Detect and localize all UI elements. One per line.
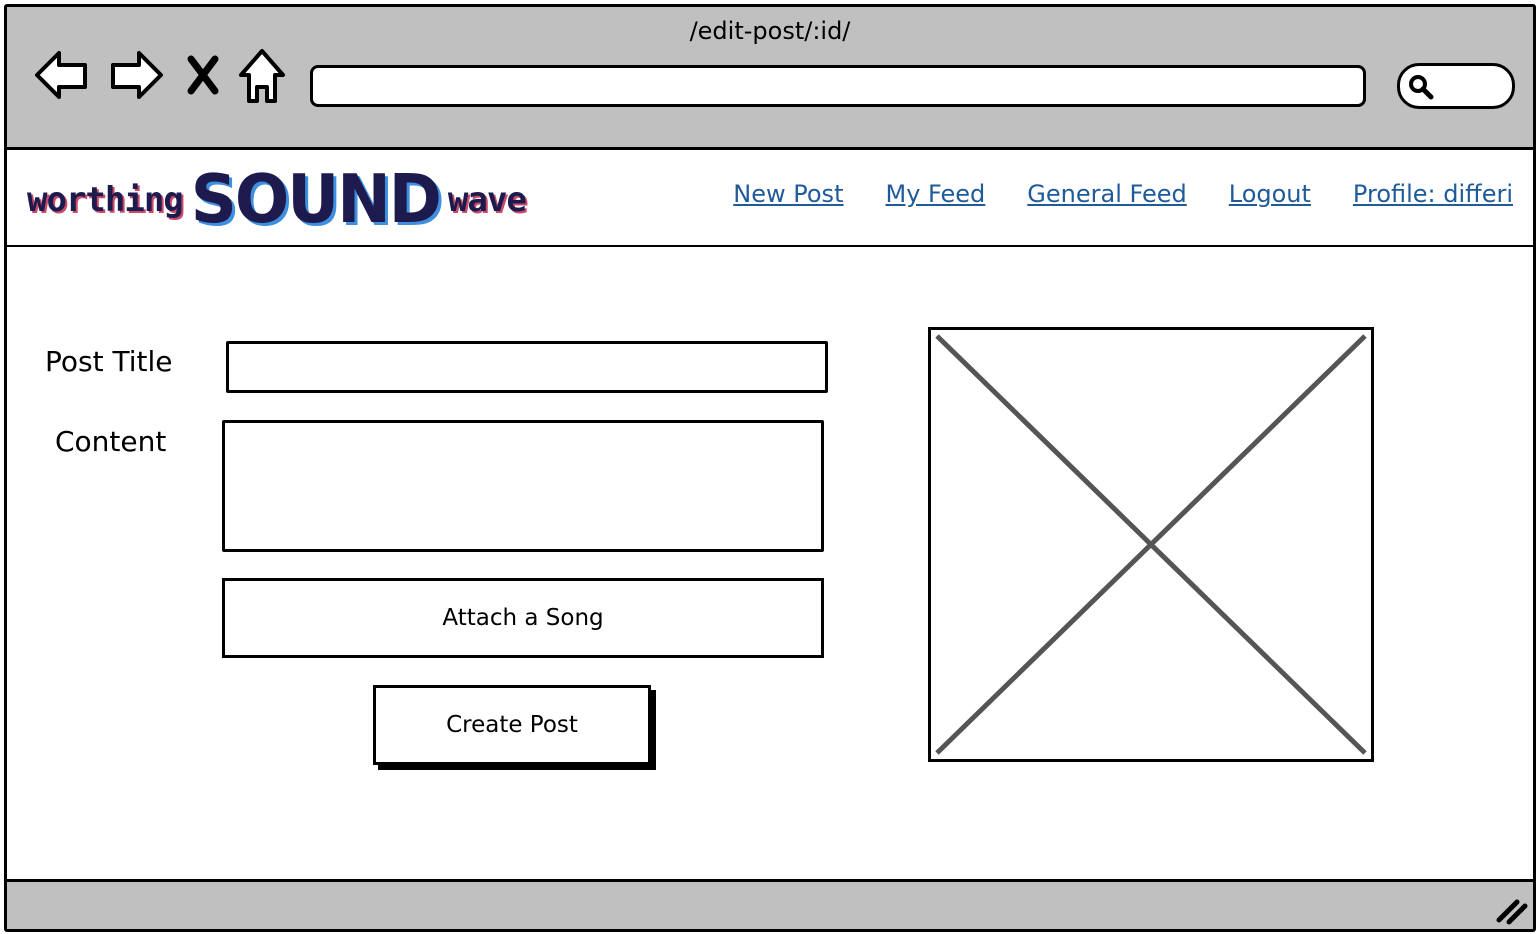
nav-link-general-feed[interactable]: General Feed xyxy=(1027,180,1186,208)
browser-window: /edit-post/:id/ worthing SOUND wave New … xyxy=(4,4,1536,932)
image-placeholder xyxy=(928,327,1374,762)
search-icon xyxy=(1409,75,1434,100)
post-title-label: Post Title xyxy=(45,345,173,378)
post-title-input[interactable] xyxy=(226,341,828,393)
nav-link-logout[interactable]: Logout xyxy=(1229,180,1311,208)
back-arrow-icon[interactable] xyxy=(33,47,91,107)
logo-text-sound: SOUND xyxy=(190,161,442,239)
address-bar[interactable] xyxy=(310,65,1366,107)
nav-link-profile[interactable]: Profile: differi xyxy=(1353,180,1513,208)
content-textarea[interactable] xyxy=(222,420,824,552)
close-x-icon[interactable] xyxy=(185,53,221,101)
content-label: Content xyxy=(55,425,167,458)
home-icon[interactable] xyxy=(237,47,287,109)
logo-text-wave: wave xyxy=(447,180,527,220)
logo-text-worthing: worthing xyxy=(27,180,184,220)
image-placeholder-cross-icon xyxy=(935,334,1367,755)
browser-status-bar xyxy=(7,879,1533,929)
site-header: worthing SOUND wave New Post My Feed Gen… xyxy=(7,150,1533,247)
main-nav: New Post My Feed General Feed Logout Pro… xyxy=(733,180,1513,208)
browser-chrome: /edit-post/:id/ xyxy=(7,7,1533,150)
attach-song-button[interactable]: Attach a Song xyxy=(222,578,824,658)
create-post-button[interactable]: Create Post xyxy=(373,685,651,765)
nav-link-my-feed[interactable]: My Feed xyxy=(885,180,985,208)
forward-arrow-icon[interactable] xyxy=(107,47,165,107)
browser-search-box[interactable] xyxy=(1397,63,1515,109)
nav-link-new-post[interactable]: New Post xyxy=(733,180,843,208)
url-title: /edit-post/:id/ xyxy=(689,17,851,45)
resize-grip-icon[interactable] xyxy=(1491,890,1531,929)
site-logo[interactable]: worthing SOUND wave xyxy=(27,161,527,239)
